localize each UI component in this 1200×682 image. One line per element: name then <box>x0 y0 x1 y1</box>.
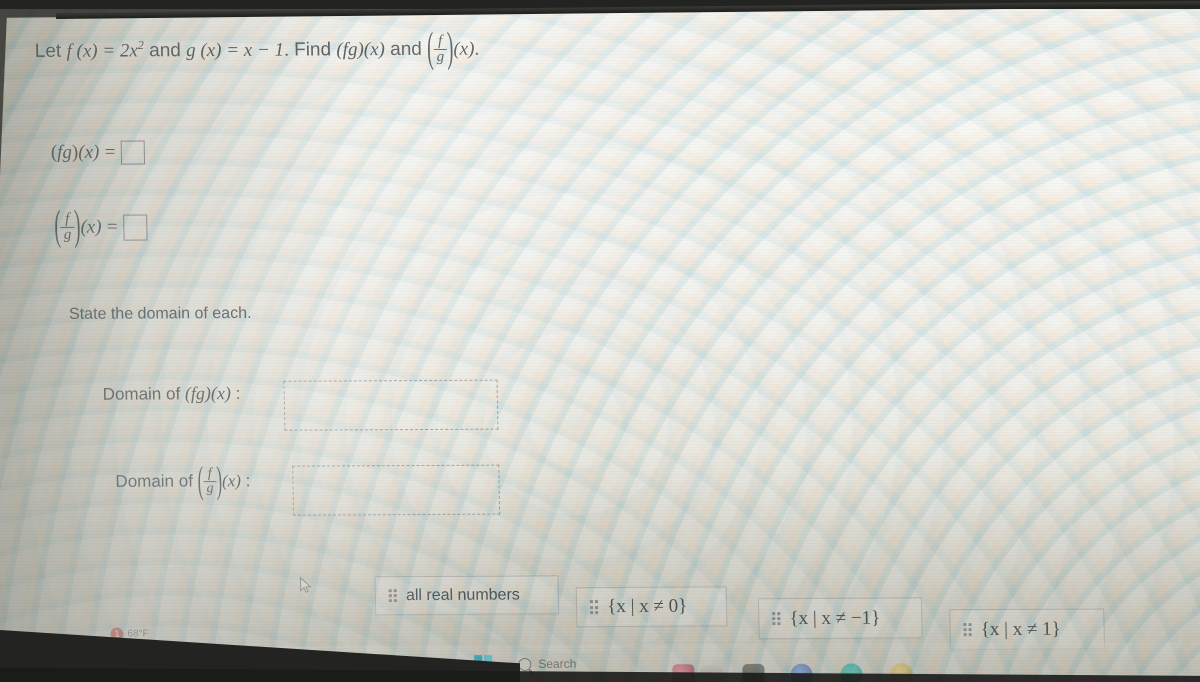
domain-row-fg-label: Domain of <box>102 384 181 404</box>
drag-handle-icon[interactable] <box>772 611 781 626</box>
answer-row-fg: (fg)(x) = <box>51 140 145 165</box>
f-definition: f (x) = 2x <box>66 40 139 62</box>
worksheet-content: Let f (x) = 2x2 and g (x) = x − 1. Find … <box>0 0 1200 682</box>
answer-tile-label: all real numbers <box>405 586 520 604</box>
domain-row-fg: Domain of (fg)(x) : <box>102 383 241 405</box>
taskbar-search[interactable]: Search <box>518 657 576 671</box>
answer-tile[interactable]: {x | x ≠ 0} <box>575 586 728 628</box>
fg-expression: (fg)(x) <box>336 39 386 61</box>
drag-handle-icon[interactable] <box>388 588 398 603</box>
big-paren-open-3: ( <box>197 458 204 502</box>
f-over-g-fraction-3: f g <box>203 466 217 497</box>
answer-row-f-over-g: ( f g )(x) = <box>54 203 148 250</box>
period-1: . <box>283 39 290 61</box>
answer-input-fg[interactable] <box>120 140 145 165</box>
big-paren-close-1: ) <box>446 24 454 73</box>
fraction-numerator: f <box>437 32 443 49</box>
fraction3-numerator: f <box>207 466 212 482</box>
equals-sign-fg: = <box>104 141 116 163</box>
fraction2-denominator: g <box>60 227 75 244</box>
answer-tile[interactable]: all real numbers <box>374 575 560 616</box>
equals-sign-f-over-g: = <box>106 216 118 238</box>
drag-handle-icon[interactable] <box>963 622 972 637</box>
domain-row-fg-colon: : <box>235 383 241 404</box>
fraction-denominator: g <box>433 49 448 66</box>
big-paren-close-2: ) <box>73 202 81 251</box>
fraction2-numerator: f <box>64 210 70 227</box>
fraction3-denominator: g <box>203 481 217 497</box>
domain-row-fg-expression: (fg)(x) <box>184 383 232 404</box>
monitor-photo: Let f (x) = 2x2 and g (x) = x − 1. Find … <box>0 0 1200 682</box>
domain-row-f-over-g-label: Domain of <box>115 471 194 491</box>
drag-handle-icon[interactable] <box>589 600 599 614</box>
big-paren-close-3: ) <box>215 458 223 502</box>
f-over-g-fraction-1: f g <box>433 32 448 66</box>
domain-row-f-over-g: Domain of ( f g )(x) : <box>115 459 251 502</box>
conjunction-and-1: and <box>148 40 182 62</box>
conjunction-and-2: and <box>389 38 423 61</box>
problem-statement: Let f (x) = 2x2 and g (x) = x − 1. Find … <box>34 25 480 72</box>
domain-row-f-over-g-colon: : <box>245 471 251 491</box>
fg-argument: (x) <box>78 141 100 163</box>
f-exponent: 2 <box>137 38 144 53</box>
fraction2-argument: (x) <box>80 216 102 238</box>
fraction-argument: (x) <box>453 38 475 60</box>
prompt-prefix: Let <box>34 40 62 62</box>
big-paren-open-1: ( <box>426 25 434 73</box>
answer-tile-label: {x | x ≠ −1} <box>789 607 881 629</box>
answer-tile[interactable]: {x | x ≠ −1} <box>757 597 923 640</box>
search-label: Search <box>538 656 577 671</box>
big-paren-open-2: ( <box>53 203 62 251</box>
fraction3-argument: (x) <box>221 471 242 491</box>
answer-tile-label: {x | x ≠ 0} <box>607 595 688 618</box>
answer-input-f-over-g[interactable] <box>122 214 148 241</box>
answer-tile-label: {x | x ≠ 1} <box>980 618 1061 640</box>
f-over-g-fraction-2: f g <box>60 210 75 244</box>
weather-temperature: 68°F <box>127 628 149 640</box>
find-word: Find <box>293 39 332 61</box>
domain-dropzone-fg[interactable] <box>283 379 499 431</box>
g-definition: g (x) = x − 1 <box>185 39 285 62</box>
search-icon <box>518 657 532 671</box>
fg-label: fg <box>56 141 73 163</box>
domain-dropzone-f-over-g[interactable] <box>292 464 501 516</box>
period-2: . <box>474 38 480 60</box>
mouse-cursor-icon <box>299 576 312 593</box>
domain-heading: State the domain of each. <box>68 304 252 323</box>
